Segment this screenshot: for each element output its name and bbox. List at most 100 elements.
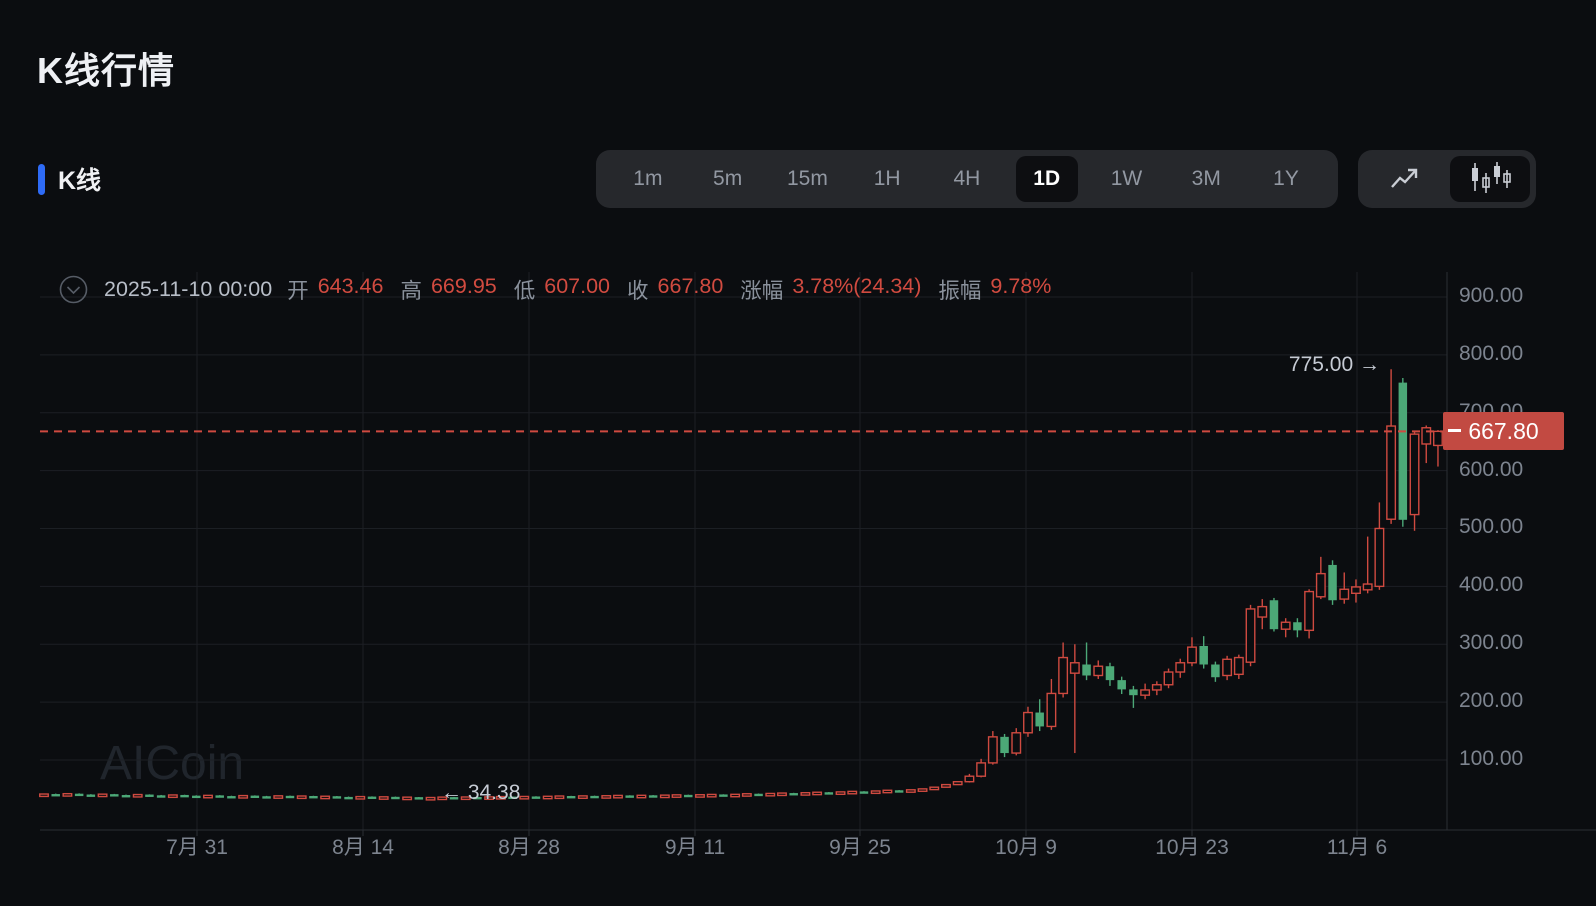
candle[interactable] <box>1012 728 1021 755</box>
candle[interactable] <box>1199 636 1208 668</box>
candle[interactable] <box>239 795 248 798</box>
candle[interactable] <box>684 795 693 798</box>
candle[interactable] <box>1117 677 1126 694</box>
candle[interactable] <box>1176 659 1185 678</box>
candle[interactable] <box>1375 502 1384 589</box>
candle[interactable] <box>145 794 154 797</box>
candle[interactable] <box>1434 430 1443 466</box>
candle[interactable] <box>403 797 412 800</box>
candle[interactable] <box>731 794 740 797</box>
candle[interactable] <box>825 792 834 795</box>
candle[interactable] <box>1258 599 1267 629</box>
candle[interactable] <box>649 795 658 798</box>
candle[interactable] <box>1246 605 1255 666</box>
candle[interactable] <box>801 792 810 795</box>
candle[interactable] <box>848 791 857 794</box>
candle[interactable] <box>344 797 353 800</box>
candle[interactable] <box>1188 637 1197 666</box>
candle[interactable] <box>415 797 424 800</box>
candle[interactable] <box>1035 699 1044 731</box>
candle[interactable] <box>286 796 295 799</box>
candle[interactable] <box>614 795 623 798</box>
candle[interactable] <box>180 795 189 798</box>
candle[interactable] <box>1164 669 1173 689</box>
candle[interactable] <box>813 792 822 795</box>
candle[interactable] <box>778 793 787 796</box>
candle[interactable] <box>567 796 576 799</box>
time-axis[interactable]: 7月 318月 148月 289月 119月 2510月 910月 2311月 … <box>0 831 1596 871</box>
candle[interactable] <box>356 796 365 799</box>
candle[interactable] <box>1305 589 1314 638</box>
candle[interactable] <box>63 793 72 796</box>
candle[interactable] <box>98 794 107 797</box>
candle[interactable] <box>122 795 131 798</box>
candle[interactable] <box>672 795 681 798</box>
price-axis[interactable]: 900.00800.00700.00600.00500.00400.00300.… <box>1459 0 1596 906</box>
candle[interactable] <box>1387 369 1396 524</box>
candle[interactable] <box>1293 618 1302 637</box>
candle[interactable] <box>555 796 564 799</box>
candle[interactable] <box>579 796 588 799</box>
candle[interactable] <box>520 796 529 799</box>
candle[interactable] <box>1047 679 1056 730</box>
candle[interactable] <box>1235 655 1244 679</box>
chevron-down-circle-icon[interactable] <box>58 274 89 305</box>
candle[interactable] <box>157 795 166 798</box>
candle[interactable] <box>321 796 330 799</box>
candle[interactable] <box>1363 537 1372 594</box>
candle[interactable] <box>1340 572 1349 603</box>
candle[interactable] <box>1106 663 1115 686</box>
candle[interactable] <box>883 790 892 793</box>
candle[interactable] <box>637 795 646 798</box>
candle[interactable] <box>262 796 271 799</box>
candle[interactable] <box>543 796 552 799</box>
candle[interactable] <box>1024 707 1033 737</box>
candle[interactable] <box>215 795 224 798</box>
candle[interactable] <box>333 796 342 799</box>
candle[interactable] <box>602 795 611 798</box>
candle[interactable] <box>391 797 400 800</box>
candle[interactable] <box>1270 598 1279 632</box>
candle[interactable] <box>625 795 634 798</box>
candle[interactable] <box>871 791 880 794</box>
candle[interactable] <box>1000 734 1009 757</box>
candle[interactable] <box>918 789 927 792</box>
candle[interactable] <box>860 791 869 794</box>
candle[interactable] <box>1129 686 1138 708</box>
candle[interactable] <box>1141 684 1150 700</box>
candle[interactable] <box>719 794 728 797</box>
candle[interactable] <box>754 794 763 797</box>
candle[interactable] <box>977 759 986 778</box>
candle[interactable] <box>1082 643 1091 681</box>
candle[interactable] <box>766 793 775 796</box>
candle[interactable] <box>743 793 752 796</box>
candle[interactable] <box>1328 560 1337 605</box>
candle[interactable] <box>836 792 845 795</box>
candle[interactable] <box>379 797 388 800</box>
candlestick-chart[interactable]: 775.00 →← 34.38 <box>0 0 1596 906</box>
candle[interactable] <box>1211 662 1220 682</box>
candle[interactable] <box>696 794 705 797</box>
candle[interactable] <box>1281 618 1290 637</box>
candle[interactable] <box>110 794 119 797</box>
candle[interactable] <box>930 787 939 790</box>
candle[interactable] <box>907 790 916 793</box>
candle[interactable] <box>87 794 96 797</box>
candle[interactable] <box>532 796 541 799</box>
candle[interactable] <box>789 793 798 796</box>
candle[interactable] <box>368 796 377 799</box>
candle[interactable] <box>1071 644 1080 753</box>
candle[interactable] <box>1059 643 1068 698</box>
candle[interactable] <box>1153 681 1162 695</box>
candle[interactable] <box>426 797 435 800</box>
candle[interactable] <box>227 796 236 799</box>
candle[interactable] <box>75 793 84 796</box>
candle[interactable] <box>1094 660 1103 679</box>
candle[interactable] <box>1352 579 1361 602</box>
candle[interactable] <box>297 796 306 799</box>
candle[interactable] <box>251 795 259 798</box>
candle[interactable] <box>942 784 951 787</box>
candle[interactable] <box>1399 378 1408 527</box>
candle[interactable] <box>274 796 283 799</box>
candle[interactable] <box>169 795 178 798</box>
